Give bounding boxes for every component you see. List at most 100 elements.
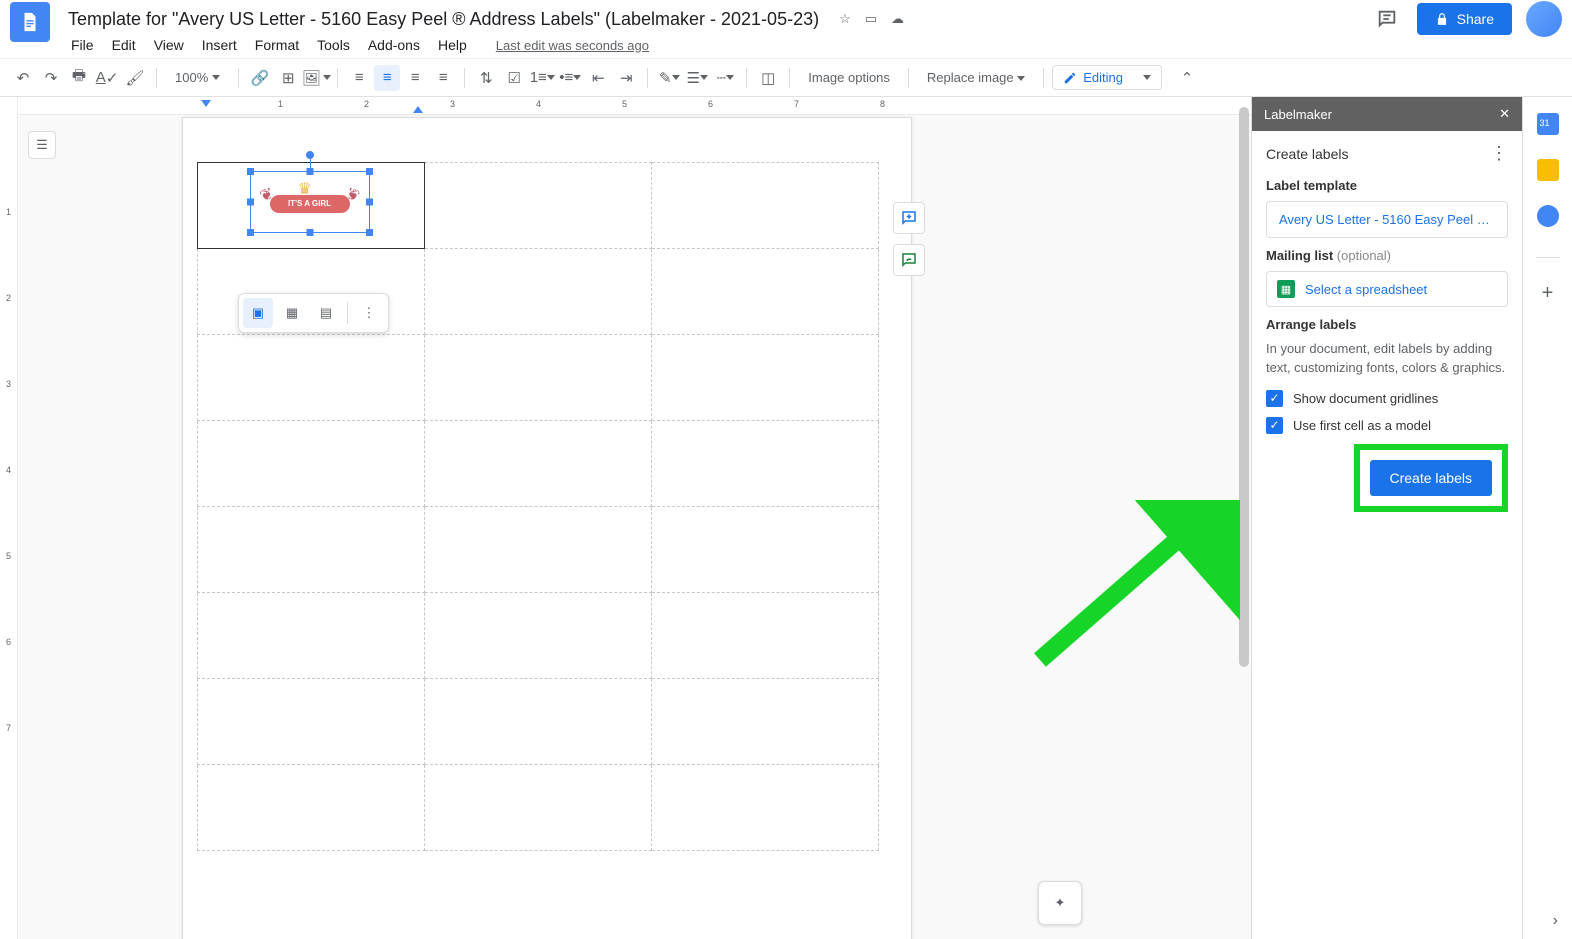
calendar-icon[interactable]	[1537, 113, 1559, 135]
label-cell[interactable]	[425, 421, 652, 507]
keep-icon[interactable]	[1537, 159, 1559, 181]
border-weight-icon[interactable]: ☰	[684, 65, 710, 91]
menu-format[interactable]: Format	[248, 34, 306, 56]
align-right-icon[interactable]: ≡	[402, 65, 428, 91]
label-cell[interactable]	[425, 249, 652, 335]
menu-view[interactable]: View	[147, 34, 191, 56]
create-labels-button[interactable]: Create labels	[1370, 460, 1493, 496]
resize-handle[interactable]	[366, 229, 373, 236]
resize-handle[interactable]	[306, 229, 313, 236]
bulleted-list-icon[interactable]: •≡	[557, 65, 583, 91]
label-cell[interactable]	[425, 765, 652, 851]
label-cell[interactable]	[652, 335, 879, 421]
left-indent-marker[interactable]	[201, 100, 211, 107]
break-text-icon[interactable]: ▤	[311, 298, 341, 328]
image-selection[interactable]: ❦ ♛ ❦ IT'S A GIRL	[250, 171, 370, 233]
label-cell[interactable]	[652, 593, 879, 679]
cloud-status-icon[interactable]: ☁	[891, 11, 904, 27]
label-cell[interactable]	[652, 507, 879, 593]
resize-handle[interactable]	[247, 198, 254, 205]
tasks-icon[interactable]	[1537, 205, 1559, 227]
hide-side-panel-icon[interactable]: ›	[1553, 912, 1558, 930]
image-insert-icon[interactable]: 🖼	[303, 65, 329, 91]
align-justify-icon[interactable]: ≡	[430, 65, 456, 91]
menu-edit[interactable]: Edit	[105, 34, 143, 56]
border-dash-icon[interactable]: ┄	[712, 65, 738, 91]
share-button[interactable]: Share	[1417, 3, 1512, 35]
menu-addons[interactable]: Add-ons	[361, 34, 427, 56]
undo-icon[interactable]: ↶	[10, 65, 36, 91]
label-cell[interactable]	[198, 335, 425, 421]
label-cell[interactable]	[425, 507, 652, 593]
menu-insert[interactable]: Insert	[195, 34, 244, 56]
menu-tools[interactable]: Tools	[310, 34, 357, 56]
menu-file[interactable]: File	[64, 34, 101, 56]
align-left-icon[interactable]: ≡	[346, 65, 372, 91]
label-cell[interactable]	[198, 765, 425, 851]
document-title[interactable]: Template for "Avery US Letter - 5160 Eas…	[62, 7, 825, 32]
image-options-button[interactable]: Image options	[798, 70, 900, 85]
label-cell[interactable]	[198, 507, 425, 593]
add-comment-icon[interactable]	[893, 202, 925, 234]
resize-handle[interactable]	[366, 198, 373, 205]
template-select-button[interactable]: Avery US Letter - 5160 Easy Peel ®...	[1266, 201, 1508, 238]
label-cell[interactable]	[652, 421, 879, 507]
align-center-icon[interactable]: ≡	[374, 65, 400, 91]
zoom-selector[interactable]: 100%	[165, 70, 230, 85]
label-cell[interactable]	[425, 593, 652, 679]
comments-icon[interactable]	[1371, 3, 1403, 35]
wrap-text-icon[interactable]: ▦	[277, 298, 307, 328]
select-spreadsheet-button[interactable]: ▦ Select a spreadsheet	[1266, 271, 1508, 307]
numbered-list-icon[interactable]: 1≡	[529, 65, 555, 91]
resize-handle[interactable]	[366, 168, 373, 175]
right-indent-marker[interactable]	[413, 106, 423, 113]
indent-decrease-icon[interactable]: ⇤	[585, 65, 611, 91]
label-cell[interactable]	[425, 335, 652, 421]
close-icon[interactable]: ✕	[1499, 106, 1510, 122]
redo-icon[interactable]: ↷	[38, 65, 64, 91]
panel-more-icon[interactable]: ⋮	[1490, 143, 1508, 164]
resize-handle[interactable]	[247, 229, 254, 236]
firstcell-checkbox[interactable]: ✓Use first cell as a model	[1266, 417, 1508, 434]
last-edit-link[interactable]: Last edit was seconds ago	[496, 38, 649, 53]
suggest-edits-icon[interactable]	[893, 244, 925, 276]
paint-format-icon[interactable]: 🖌	[122, 65, 148, 91]
label-cell[interactable]	[425, 679, 652, 765]
border-color-icon[interactable]: ✎	[656, 65, 682, 91]
star-icon[interactable]: ☆	[839, 11, 851, 27]
label-cell[interactable]	[198, 679, 425, 765]
label-cell[interactable]	[652, 679, 879, 765]
label-cell-1[interactable]: ❦ ♛ ❦ IT'S A GIRL	[198, 163, 425, 249]
checklist-icon[interactable]: ☑	[501, 65, 527, 91]
label-cell[interactable]	[425, 163, 652, 249]
user-avatar[interactable]	[1526, 1, 1562, 37]
crop-icon[interactable]: ◫	[755, 65, 781, 91]
inline-wrap-icon[interactable]: ▣	[243, 298, 273, 328]
spellcheck-icon[interactable]: A✓	[94, 65, 120, 91]
horizontal-ruler[interactable]: 1 2 3 4 5 6 7 8	[18, 97, 1251, 115]
replace-image-button[interactable]: Replace image	[917, 70, 1035, 85]
add-addon-icon[interactable]: +	[1542, 282, 1554, 305]
docs-logo-icon[interactable]	[10, 2, 50, 42]
label-cell[interactable]	[652, 249, 879, 335]
explore-button[interactable]: ✦	[1038, 881, 1082, 925]
label-cell[interactable]	[198, 421, 425, 507]
label-cell[interactable]	[652, 765, 879, 851]
line-spacing-icon[interactable]: ⇅	[473, 65, 499, 91]
collapse-toolbar-icon[interactable]: ⌃	[1174, 65, 1200, 91]
label-cell[interactable]	[652, 163, 879, 249]
resize-handle[interactable]	[247, 168, 254, 175]
move-icon[interactable]: ▭	[865, 11, 877, 27]
menu-help[interactable]: Help	[431, 34, 474, 56]
document-page[interactable]: ❦ ♛ ❦ IT'S A GIRL	[182, 117, 912, 939]
editing-mode-button[interactable]: Editing	[1052, 65, 1162, 90]
label-cell[interactable]	[198, 593, 425, 679]
vertical-scrollbar[interactable]	[1239, 107, 1249, 767]
indent-increase-icon[interactable]: ⇥	[613, 65, 639, 91]
link-icon[interactable]: 🔗	[247, 65, 273, 91]
gridlines-checkbox[interactable]: ✓Show document gridlines	[1266, 390, 1508, 407]
vertical-ruler[interactable]: 1 2 3 4 5 6 7	[0, 97, 18, 939]
comment-add-icon[interactable]: ⊞	[275, 65, 301, 91]
print-icon[interactable]: 🖶	[66, 65, 92, 91]
resize-handle[interactable]	[306, 168, 313, 175]
